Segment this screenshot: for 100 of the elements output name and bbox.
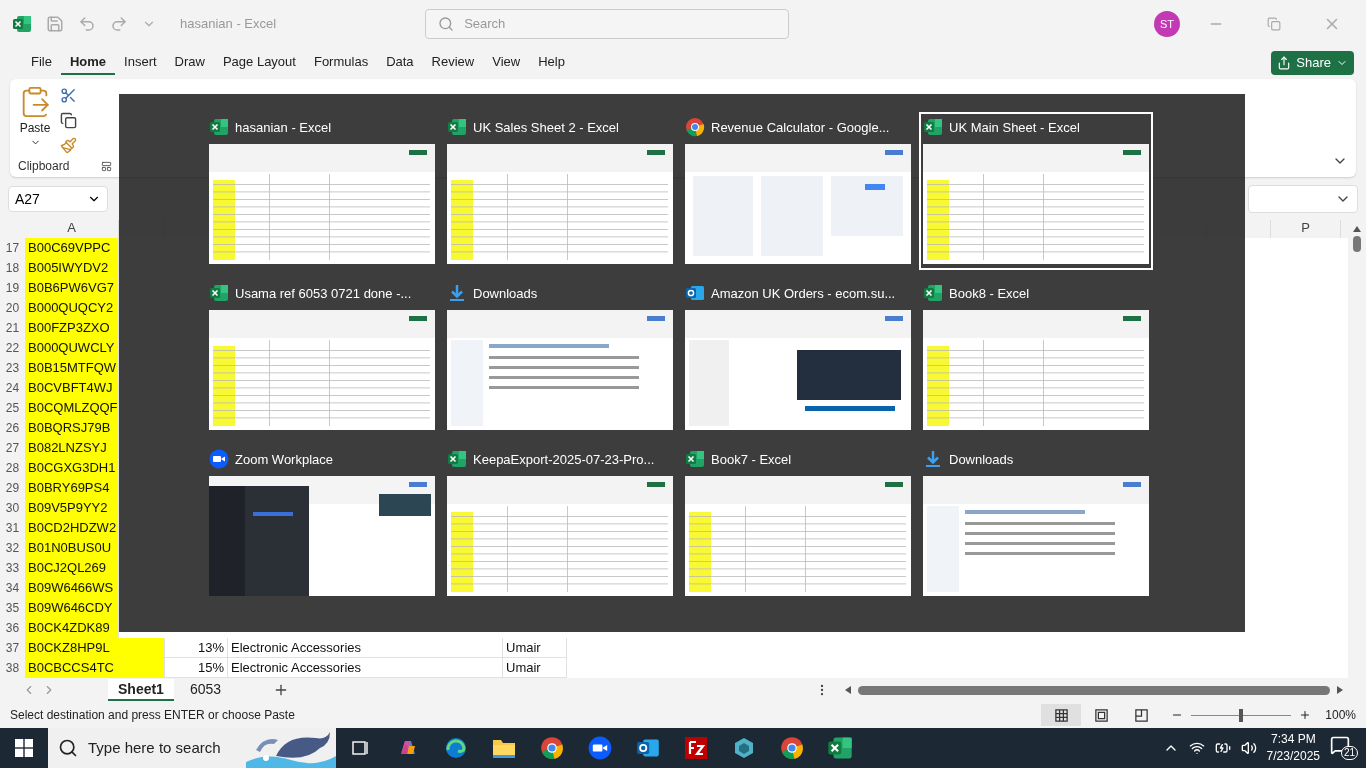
menu-tab[interactable]: Home [60, 50, 116, 75]
window-card[interactable]: Book8 - Excel [919, 278, 1153, 436]
window-card-title: KeepaExport-2025-07-23-Pro... [473, 451, 655, 467]
dialog-launcher-icon[interactable] [101, 160, 112, 172]
menu-tab[interactable]: Draw [165, 50, 214, 75]
cut-icon[interactable] [60, 87, 77, 105]
paste-button[interactable]: Paste [18, 85, 52, 160]
menu-tab[interactable]: Data [377, 50, 423, 75]
envelope-icon [685, 283, 705, 303]
menu-tab[interactable]: View [483, 50, 530, 75]
window-card-title: Usama ref 6053 0721 done -... [235, 285, 412, 301]
start-button[interactable] [15, 739, 33, 757]
excel-icon [685, 449, 705, 469]
table-cell: Umair [503, 658, 567, 679]
vertical-scrollbar[interactable] [1352, 224, 1362, 255]
row-number[interactable]: 24 [0, 378, 25, 399]
row-number[interactable]: 18 [0, 258, 25, 279]
table-cell: B000QUQCY2 [25, 298, 119, 319]
scroll-left-icon[interactable] [844, 685, 852, 696]
table-cell: 13% [165, 638, 228, 659]
window-card[interactable]: hasanian - Excel [205, 112, 439, 270]
window-card[interactable]: Downloads [919, 444, 1153, 602]
zoom-in-icon[interactable] [1299, 709, 1312, 722]
menu-tab[interactable]: File [22, 50, 61, 75]
window-card[interactable]: Amazon UK Orders - ecom.su... [681, 278, 915, 436]
search-icon [438, 15, 455, 32]
row-number[interactable]: 23 [0, 358, 25, 379]
column-header[interactable]: P [1271, 220, 1341, 239]
excel-icon [209, 117, 229, 137]
table-cell: B0CVBFT4WJ [25, 378, 119, 399]
table-cell: B09W646CDY [25, 598, 119, 619]
row-number[interactable]: 29 [0, 478, 25, 499]
zoom-slider[interactable] [1191, 708, 1292, 722]
copy-icon[interactable] [60, 112, 77, 130]
excel-icon [447, 449, 467, 469]
window-card[interactable]: Revenue Calculator - Google... [681, 112, 915, 270]
excel-icon [923, 283, 943, 303]
window-card[interactable]: Usama ref 6053 0721 done -... [205, 278, 439, 436]
row-number[interactable]: 20 [0, 298, 25, 319]
horizontal-scrollbar[interactable] [858, 685, 1330, 695]
table-cell: B0CK4ZDK89 [25, 618, 119, 639]
row-number[interactable]: 34 [0, 578, 25, 599]
row-number[interactable]: 27 [0, 438, 25, 459]
menu-tab[interactable]: Page Layout [213, 50, 305, 75]
row-number[interactable]: 31 [0, 518, 25, 539]
menu-tab[interactable]: Review [422, 50, 484, 75]
table-cell: B0CD2HDZW2 [25, 518, 119, 539]
volume-icon[interactable] [1240, 740, 1257, 756]
table-cell: Electronic Accessories [228, 638, 503, 659]
view-icon [1053, 707, 1069, 723]
window-card[interactable]: UK Main Sheet - Excel [919, 112, 1153, 270]
row-number[interactable]: 28 [0, 458, 25, 479]
table-cell: B0CJ2QL269 [25, 558, 119, 579]
network-icon[interactable] [1188, 740, 1205, 756]
row-number[interactable]: 21 [0, 318, 25, 339]
row-number[interactable]: 22 [0, 338, 25, 359]
menu-tab[interactable]: Formulas [304, 50, 378, 75]
window-card-title: UK Sales Sheet 2 - Excel [473, 119, 619, 135]
menu-tab[interactable]: Insert [115, 50, 166, 75]
window-card[interactable]: UK Sales Sheet 2 - Excel [443, 112, 677, 270]
window-card-title: hasanian - Excel [235, 119, 332, 135]
row-number[interactable]: 36 [0, 618, 25, 639]
sheet-tab[interactable]: 6053 [179, 679, 232, 702]
row-number[interactable]: 26 [0, 418, 25, 439]
row-number[interactable]: 19 [0, 278, 25, 299]
row-number[interactable]: 17 [0, 238, 25, 259]
menu-tab[interactable]: Help [529, 50, 574, 75]
taskbar-clock[interactable]: 7:34 PM 7/23/2025 [1266, 731, 1320, 765]
scroll-right-icon[interactable] [1336, 685, 1344, 696]
window-card-title: Zoom Workplace [235, 451, 333, 467]
table-cell: B00FZP3ZXO [25, 318, 119, 339]
window-card[interactable]: Downloads [443, 278, 677, 436]
row-number[interactable]: 38 [0, 658, 25, 679]
row-number[interactable]: 35 [0, 598, 25, 619]
table-cell: B00C69VPPC [25, 238, 119, 259]
name-box[interactable]: A27 [8, 185, 108, 212]
row-number[interactable]: 25 [0, 398, 25, 419]
window-card-title: Amazon UK Orders - ecom.su... [711, 285, 896, 301]
row-number[interactable]: 37 [0, 638, 25, 659]
window-card-title: UK Main Sheet - Excel [949, 119, 1080, 135]
window-card[interactable]: Book7 - Excel [681, 444, 915, 602]
battery-icon[interactable] [1214, 740, 1231, 756]
share-button[interactable]: Share [1271, 50, 1354, 75]
format-painter-icon[interactable] [60, 137, 77, 155]
excel-icon [923, 117, 943, 137]
row-number[interactable]: 30 [0, 498, 25, 519]
status-message: Select destination and press ENTER or choose Paste [10, 708, 295, 723]
download-icon [447, 283, 467, 303]
window-card[interactable]: Zoom Workplace [205, 444, 439, 602]
taskbar-search-field[interactable]: Type here to search [48, 728, 336, 768]
table-cell: B0CKZ8HP9L [25, 638, 165, 659]
table-cell: B0CQMLZQQF [25, 398, 119, 419]
sheet-tab[interactable]: Sheet1 [108, 679, 174, 702]
window-card[interactable]: KeepaExport-2025-07-23-Pro... [443, 444, 677, 602]
table-cell: B0B15MTFQW [25, 358, 119, 379]
row-number[interactable]: 32 [0, 538, 25, 559]
view-button[interactable] [1041, 704, 1082, 727]
share-icon [1277, 55, 1292, 70]
row-number[interactable]: 33 [0, 558, 25, 579]
user-avatar[interactable]: ST [1154, 10, 1180, 37]
